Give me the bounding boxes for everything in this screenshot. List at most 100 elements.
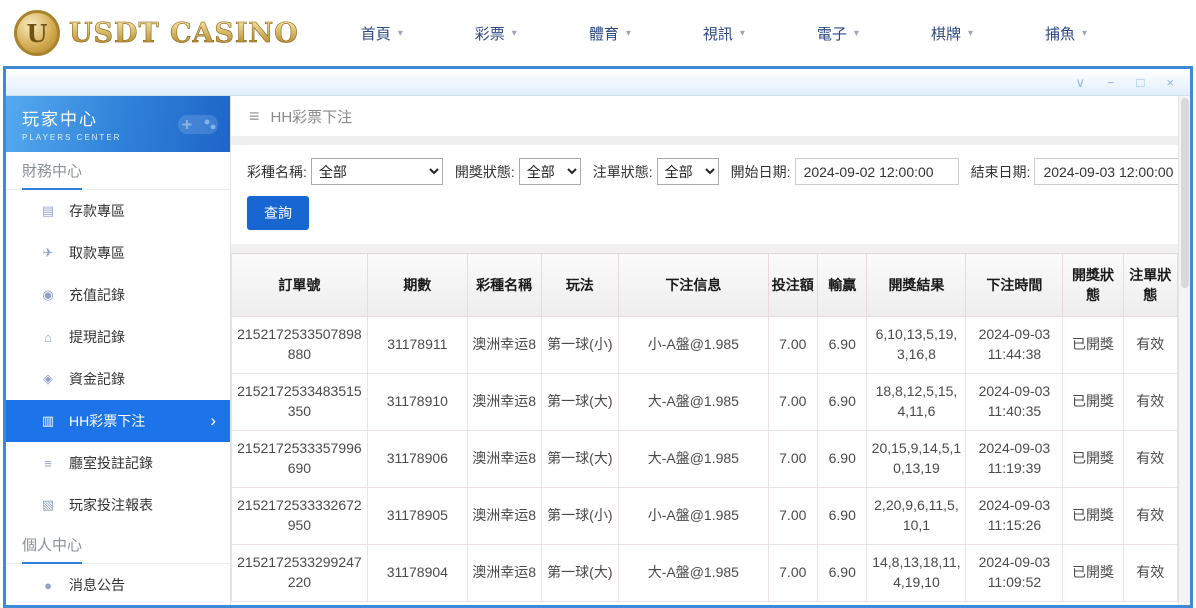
table-cell: 2024-09-03 11:15:26 [966, 488, 1063, 545]
sidebar-item-withdrawal-record[interactable]: ⌂ 提現記錄 [6, 316, 230, 358]
site-header: U USDT CASINO 首頁 ▾ 彩票 ▾ 體育 ▾ 視訊 ▾ 電子 ▾ 棋… [0, 0, 1196, 66]
sidebar-item-withdraw-area[interactable]: ✈ 取款專區 [6, 232, 230, 274]
col-bet-time: 下注時間 [966, 254, 1063, 317]
table-cell: 大-A盤@1.985 [619, 545, 768, 602]
table-cell: 2,20,9,6,11,5,10,1 [867, 488, 966, 545]
menu-label: 提現記錄 [69, 327, 125, 347]
gamepad-icon [174, 104, 222, 149]
menu-label: 廳室投註記錄 [69, 453, 153, 473]
table-cell: 7.00 [768, 374, 817, 431]
nav-item-lottery[interactable]: 彩票 ▾ [475, 23, 517, 44]
nav-item-electronic[interactable]: 電子 ▾ [817, 23, 859, 44]
table-cell: 6.90 [818, 374, 867, 431]
table-cell: 有效 [1123, 317, 1177, 374]
table-cell: 2152172533357996690 [232, 431, 368, 488]
col-order-no: 訂單號 [232, 254, 368, 317]
lottery-name-filter: 彩種名稱: 全部 [247, 158, 443, 185]
app-window: ∨ − □ × 玩家中心 PLAYERS CENTER 財務中心 [3, 66, 1193, 608]
window-titlebar: ∨ − □ × [6, 69, 1190, 96]
table-cell: 31178904 [367, 545, 467, 602]
bet-table: 訂單號 期數 彩種名稱 玩法 下注信息 投注額 輸贏 開獎結果 下注時間 開獎狀… [231, 253, 1178, 602]
table-cell: 7.00 [768, 545, 817, 602]
search-button[interactable]: 查詢 [247, 196, 309, 230]
table-cell: 31178905 [367, 488, 467, 545]
nav-item-home[interactable]: 首頁 ▾ [361, 23, 403, 44]
nav-label: 電子 [817, 23, 847, 44]
minimize-button[interactable]: − [1107, 76, 1115, 89]
chevron-down-icon: ▾ [398, 28, 403, 39]
draw-status-filter: 開獎狀態: 全部 [455, 158, 581, 185]
col-order-status: 注單狀態 [1123, 254, 1177, 317]
nav-item-video[interactable]: 視訊 ▾ [703, 23, 745, 44]
site-logo[interactable]: U USDT CASINO [14, 10, 299, 56]
lottery-bet-icon: ▥ [40, 413, 56, 429]
section-title-label: 個人中心 [22, 534, 82, 564]
chevron-down-icon: ▾ [968, 28, 973, 39]
funds-record-icon: ◈ [40, 371, 56, 387]
table-cell: 已開獎 [1063, 488, 1123, 545]
col-win-loss: 輸贏 [818, 254, 867, 317]
sidebar: 玩家中心 PLAYERS CENTER 財務中心 ▤ 存款專區 [6, 96, 231, 605]
table-cell: 大-A盤@1.985 [619, 374, 768, 431]
end-date-label: 結束日期: [971, 162, 1031, 182]
hamburger-menu-icon[interactable]: ≡ [249, 106, 260, 127]
table-cell: 6,10,13,5,19,3,16,8 [867, 317, 966, 374]
sidebar-item-funds-record[interactable]: ◈ 資金記錄 [6, 358, 230, 400]
col-bet-info: 下注信息 [619, 254, 768, 317]
sidebar-item-player-bet-report[interactable]: ▧ 玩家投注報表 [6, 484, 230, 526]
table-cell: 有效 [1123, 488, 1177, 545]
page-title: HH彩票下注 [271, 106, 353, 127]
menu-label: 玩家投注報表 [69, 495, 153, 515]
sidebar-item-hh-lottery-bet[interactable]: ▥ HH彩票下注 › [6, 400, 230, 442]
start-date-input[interactable] [795, 158, 959, 185]
end-date-input[interactable] [1034, 158, 1190, 185]
table-cell: 14,8,13,18,11,4,19,10 [867, 545, 966, 602]
table-cell: 2152172533332672950 [232, 488, 368, 545]
lottery-name-select[interactable]: 全部 [311, 158, 443, 185]
scrollbar-thumb[interactable] [1181, 98, 1189, 288]
table-cell: 澳洲幸运8 [467, 374, 541, 431]
deposit-icon: ▤ [40, 203, 56, 219]
table-cell: 7.00 [768, 431, 817, 488]
rollup-button[interactable]: ∨ [1075, 76, 1085, 89]
table-cell: 2152172533483515350 [232, 374, 368, 431]
table-cell: 已開獎 [1063, 374, 1123, 431]
order-status-label: 注單狀態: [593, 162, 653, 182]
table-cell: 小-A盤@1.985 [619, 488, 768, 545]
section-title-label: 財務中心 [22, 160, 82, 190]
hall-bet-record-icon: ≡ [40, 456, 56, 471]
vertical-scrollbar[interactable] [1178, 96, 1190, 605]
close-button[interactable]: × [1166, 76, 1174, 89]
table-cell: 第一球(大) [541, 431, 619, 488]
col-bet-amount: 投注額 [768, 254, 817, 317]
table-cell: 澳洲幸运8 [467, 545, 541, 602]
table-cell: 澳洲幸运8 [467, 317, 541, 374]
start-date-filter: 開始日期: [731, 158, 959, 185]
menu-label: 取款專區 [69, 243, 125, 263]
draw-status-select[interactable]: 全部 [519, 158, 581, 185]
nav-item-board-games[interactable]: 棋牌 ▾ [931, 23, 973, 44]
table-cell: 6.90 [818, 488, 867, 545]
nav-label: 首頁 [361, 23, 391, 44]
sidebar-item-deposit-area[interactable]: ▤ 存款專區 [6, 190, 230, 232]
table-header-row: 訂單號 期數 彩種名稱 玩法 下注信息 投注額 輸贏 開獎結果 下注時間 開獎狀… [232, 254, 1178, 317]
col-lottery-name: 彩種名稱 [467, 254, 541, 317]
nav-label: 視訊 [703, 23, 733, 44]
end-date-filter: 結束日期: [971, 158, 1190, 185]
nav-item-fishing[interactable]: 捕魚 ▾ [1045, 23, 1087, 44]
sidebar-item-hall-bet-record[interactable]: ≡ 廳室投註記錄 [6, 442, 230, 484]
nav-item-sports[interactable]: 體育 ▾ [589, 23, 631, 44]
chevron-down-icon: ▾ [1082, 28, 1087, 39]
sidebar-item-recharge-record[interactable]: ◉ 充值記錄 [6, 274, 230, 316]
table-row: 2152172533299247220 31178904 澳洲幸运8 第一球(大… [232, 545, 1178, 602]
chevron-down-icon: ▾ [854, 28, 859, 39]
maximize-button[interactable]: □ [1137, 76, 1145, 89]
sidebar-item-message-announcement[interactable]: ● 消息公告 [6, 564, 230, 605]
nav-label: 彩票 [475, 23, 505, 44]
table-cell: 第一球(大) [541, 374, 619, 431]
table-cell: 2152172533299247220 [232, 545, 368, 602]
order-status-select[interactable]: 全部 [657, 158, 719, 185]
table-cell: 7.00 [768, 317, 817, 374]
col-play-type: 玩法 [541, 254, 619, 317]
nav-label: 體育 [589, 23, 619, 44]
